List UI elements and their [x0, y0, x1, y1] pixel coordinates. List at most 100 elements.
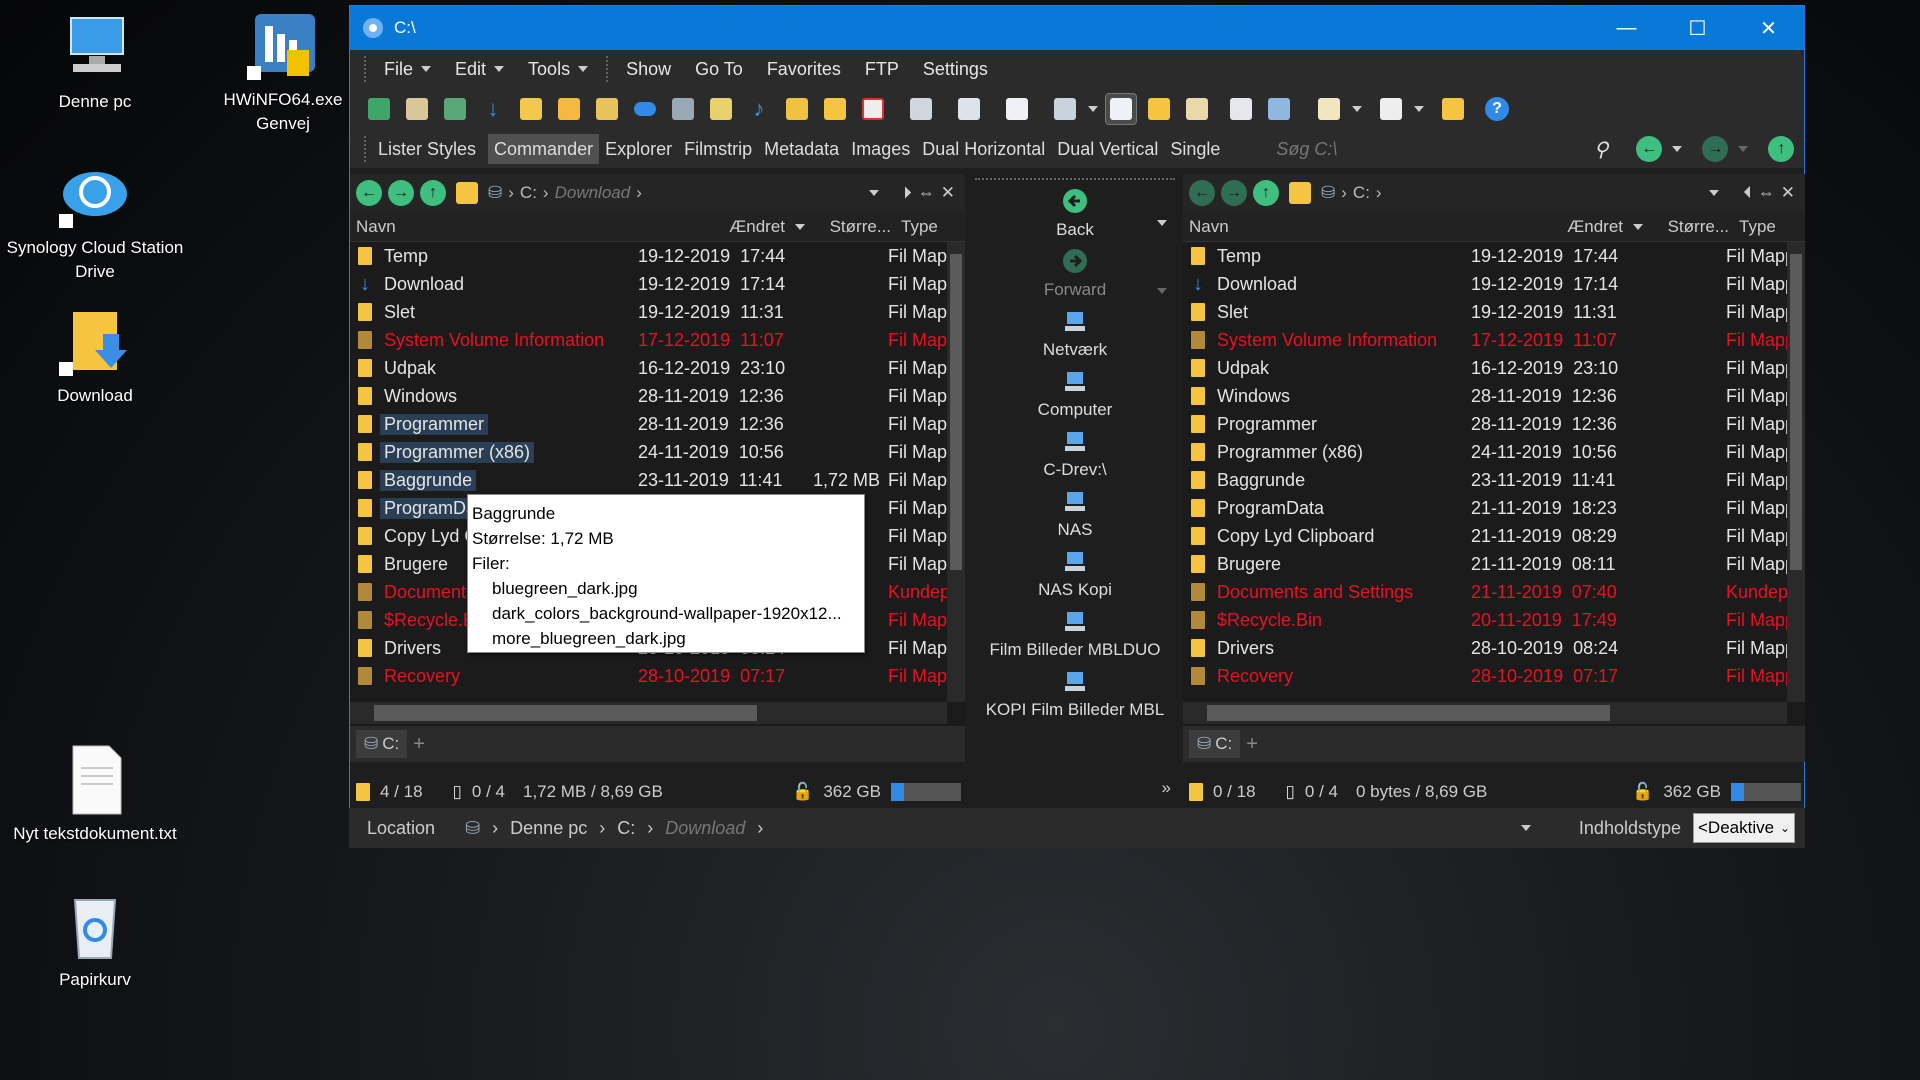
style-explorer[interactable]: Explorer	[599, 134, 678, 164]
right-vertical-scrollbar[interactable]	[1787, 242, 1805, 702]
music-button[interactable]: ♪	[744, 94, 774, 124]
chevron-down-icon[interactable]	[1709, 190, 1720, 196]
table-row[interactable]: Drivers 28-10-2019 08:24 Fil Mapp	[1183, 634, 1805, 662]
shortcut-6[interactable]: NAS Kopi	[975, 548, 1175, 600]
back-icon[interactable]: ←	[1636, 136, 1663, 162]
forward-icon[interactable]: →	[1702, 136, 1729, 162]
favorites-star-icon[interactable]	[452, 178, 482, 208]
table-row[interactable]: Temp 19-12-2019 17:44 Fil Mapp	[350, 242, 965, 270]
swap-panes-icon[interactable]: ⇔	[1758, 183, 1775, 203]
menu-tools[interactable]: Tools	[516, 59, 600, 80]
column-type[interactable]: Type	[891, 217, 961, 237]
scroll-thumb[interactable]	[374, 705, 757, 721]
table-row[interactable]: Udpak 16-12-2019 23:10 Fil Mapp	[1183, 354, 1805, 382]
column-modified[interactable]: Ændret	[630, 217, 805, 237]
favorites-star-icon[interactable]	[1285, 178, 1315, 208]
table-row[interactable]: ↓ Download 19-12-2019 17:14 Fil Mapp	[1183, 270, 1805, 298]
table-row[interactable]: Copy Lyd Clipboard 21-11-2019 08:29 Fil Map…	[1183, 522, 1805, 550]
table-row[interactable]: Programmer (x86) 24-11-2019 10:56 Fil Mapp	[350, 438, 965, 466]
menu-settings[interactable]: Settings	[911, 59, 1000, 80]
find-button[interactable]	[1182, 94, 1212, 124]
onedrive-button[interactable]	[630, 94, 660, 124]
maximize-button[interactable]: ☐	[1662, 6, 1733, 50]
folder-sync-button[interactable]	[1144, 94, 1174, 124]
sync-button[interactable]	[592, 94, 622, 124]
shortcut-4[interactable]: C-Drev:\	[975, 428, 1175, 480]
breadcrumb-drive[interactable]: C:	[617, 818, 635, 839]
shortcut-0[interactable]: Back	[975, 188, 1175, 240]
column-type[interactable]: Type	[1729, 217, 1799, 237]
table-row[interactable]: Recovery 28-10-2019 07:17 Fil Mapp	[350, 662, 965, 690]
back-icon[interactable]: ←	[1189, 180, 1215, 206]
style-metadata[interactable]: Metadata	[758, 134, 845, 164]
pane-arrows-icon[interactable]: ⏴	[1743, 183, 1752, 203]
breadcrumb-drive[interactable]: C:	[520, 183, 537, 203]
search-icon[interactable]: ⚲	[1594, 137, 1609, 162]
left-vertical-scrollbar[interactable]	[947, 242, 965, 702]
forward-icon[interactable]: →	[1221, 180, 1247, 206]
breadcrumb-this-pc[interactable]: Denne pc	[510, 818, 587, 839]
breadcrumb-folder[interactable]: Download	[555, 183, 631, 203]
more-icon[interactable]: »	[1162, 778, 1171, 798]
script-button[interactable]	[1226, 94, 1256, 124]
search-files-button[interactable]	[516, 94, 546, 124]
style-filmstrip[interactable]: Filmstrip	[678, 134, 758, 164]
style-dual-horizontal[interactable]: Dual Horizontal	[916, 134, 1051, 164]
right-horizontal-scrollbar[interactable]	[1183, 702, 1787, 724]
chevron-down-icon[interactable]	[1414, 106, 1424, 112]
view-mode-button[interactable]	[1050, 94, 1080, 124]
style-single[interactable]: Single	[1164, 134, 1226, 164]
title-bar[interactable]: C:\ — ☐ ✕	[350, 6, 1804, 50]
chevron-down-icon[interactable]	[1738, 146, 1749, 152]
shortcut-2[interactable]: Netværk	[975, 308, 1175, 360]
compare-button[interactable]	[1264, 94, 1294, 124]
pane-arrows-icon[interactable]: ⏵	[903, 183, 912, 203]
desktop-icon-recycle-bin[interactable]: Papirkurv	[0, 890, 190, 992]
chevron-down-icon[interactable]	[1672, 146, 1683, 152]
close-pane-icon[interactable]: ✕	[941, 183, 955, 203]
up-icon[interactable]: ↑	[420, 180, 446, 206]
table-row[interactable]: Programmer 28-11-2019 12:36 Fil Mapp	[1183, 410, 1805, 438]
swap-panes-icon[interactable]: ⇔	[918, 183, 935, 203]
table-row[interactable]: Programmer (x86) 24-11-2019 10:56 Fil Mapp	[1183, 438, 1805, 466]
menu-edit[interactable]: Edit	[443, 59, 516, 80]
panes-button[interactable]	[1376, 94, 1406, 124]
shortcut-7[interactable]: Film Billeder MBLDUO	[975, 608, 1175, 660]
shortcut-5[interactable]: NAS	[975, 488, 1175, 540]
desktop-icon-synology[interactable]: Synology Cloud Station Drive	[0, 158, 190, 284]
table-row[interactable]: Baggrunde 23-11-2019 11:41 1,72 MB Fil Mapp	[350, 466, 965, 494]
table-row[interactable]: Windows 28-11-2019 12:36 Fil Mapp	[1183, 382, 1805, 410]
table-row[interactable]: Temp 19-12-2019 17:44 Fil Mapp	[1183, 242, 1805, 270]
new-folder-button[interactable]	[820, 94, 850, 124]
chevron-down-icon[interactable]	[1352, 106, 1362, 112]
chevron-down-icon[interactable]	[1520, 825, 1531, 831]
content-type-select[interactable]: <Deaktive ⌄	[1693, 813, 1795, 843]
table-row[interactable]: $Recycle.Bin 20-11-2019 17:49 Fil Mapp	[1183, 606, 1805, 634]
shortcut-3[interactable]: Computer	[975, 368, 1175, 420]
menu-file[interactable]: File	[372, 59, 443, 80]
desktop-icon-this-pc[interactable]: Denne pc	[0, 12, 190, 114]
favorites-button[interactable]	[554, 94, 584, 124]
table-row[interactable]: System Volume Information 17-12-2019 11:07…	[350, 326, 965, 354]
forward-icon[interactable]: →	[388, 180, 414, 206]
print-button[interactable]	[954, 94, 984, 124]
delete-button[interactable]	[858, 94, 888, 124]
minimize-button[interactable]: —	[1591, 6, 1662, 50]
copy-button[interactable]	[906, 94, 936, 124]
table-row[interactable]: Programmer 28-11-2019 12:36 Fil Mapp	[350, 410, 965, 438]
rename-button[interactable]	[1314, 94, 1344, 124]
table-row[interactable]: ↓ Download 19-12-2019 17:14 Fil Mapp	[350, 270, 965, 298]
add-tab-button[interactable]: +	[413, 733, 425, 756]
style-dual-vertical[interactable]: Dual Vertical	[1051, 134, 1164, 164]
column-modified[interactable]: Ændret	[1463, 217, 1643, 237]
download-button[interactable]: ↓	[478, 94, 508, 124]
shortcut-8[interactable]: KOPI Film Billeder MBL	[975, 668, 1175, 720]
breadcrumb-folder[interactable]: Download	[665, 818, 745, 839]
style-images[interactable]: Images	[845, 134, 916, 164]
menu-favorites[interactable]: Favorites	[755, 59, 853, 80]
table-row[interactable]: Documents and Settings 21-11-2019 07:40 Kun…	[1183, 578, 1805, 606]
left-horizontal-scrollbar[interactable]	[350, 702, 947, 724]
layout-button[interactable]	[1105, 93, 1137, 125]
chevron-down-icon[interactable]	[869, 190, 880, 196]
search-input[interactable]: Søg C:\ ⚲	[1266, 135, 1616, 163]
